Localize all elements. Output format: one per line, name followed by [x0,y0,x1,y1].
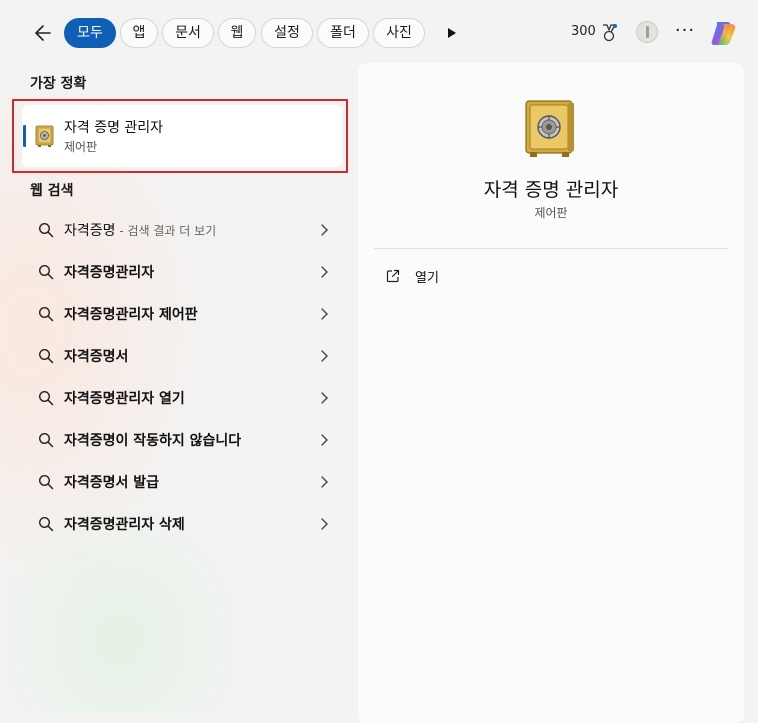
search-top-bar: 모두 앱 문서 웹 설정 폴더 사진 300 ··· [0,0,758,62]
chevron-right-icon [321,350,328,362]
web-search-item[interactable]: 자격증명관리자 열기 [22,377,342,419]
web-search-item-label: 자격증명이 작동하지 않습니다 [64,433,242,449]
tab-settings[interactable]: 설정 [261,18,313,48]
safe-icon [35,125,54,147]
best-match-result[interactable]: 자격 증명 관리자 제어판 [22,105,342,167]
chevron-right-icon [321,434,328,446]
web-search-item[interactable]: 자격증명관리자 제어판 [22,293,342,335]
tab-all[interactable]: 모두 [64,18,116,48]
web-search-heading: 웹 검색 [30,183,74,199]
chevron-right-icon [321,392,328,404]
open-action-label: 열기 [415,271,439,286]
web-search-item-label: 자격증명 - 검색 결과 더 보기 [64,223,217,239]
chevron-right-icon [321,476,328,488]
more-options-icon[interactable]: ··· [672,18,698,46]
chevron-right-icon [321,308,328,320]
tab-folders[interactable]: 폴더 [317,18,369,48]
selection-indicator [23,125,26,147]
web-search-item-label: 자격증명서 발급 [64,475,160,491]
detail-panel: 자격 증명 관리자 제어판 열기 [358,63,744,723]
search-icon [38,516,54,532]
tab-apps[interactable]: 앱 [120,18,158,48]
chevron-right-icon [321,224,328,236]
web-search-item-label: 자격증명관리자 열기 [64,391,185,407]
more-tabs-play-icon[interactable] [440,22,464,44]
copilot-icon[interactable] [708,17,740,49]
tab-web[interactable]: 웹 [218,18,256,48]
rewards-points: 300 [571,24,596,39]
web-search-item-label: 자격증명관리자 제어판 [64,307,198,323]
web-search-item[interactable]: 자격증명이 작동하지 않습니다 [22,419,342,461]
search-icon [38,306,54,322]
web-search-list: 자격증명 - 검색 결과 더 보기 자격증명관리자 자격증명관리자 제어판 자격… [22,209,342,545]
best-match-subtitle: 제어판 [64,140,98,154]
search-icon [38,390,54,406]
search-icon [38,474,54,490]
web-search-item-label: 자격증명관리자 [64,265,155,281]
open-external-icon [386,269,400,283]
best-match-title: 자격 증명 관리자 [64,120,164,136]
back-arrow-icon[interactable] [28,20,58,46]
detail-subtitle: 제어판 [534,206,568,220]
web-search-item[interactable]: 자격증명 - 검색 결과 더 보기 [22,209,342,251]
web-search-item[interactable]: 자격증명서 발급 [22,461,342,503]
safe-icon [525,100,574,157]
rewards-medal-icon[interactable] [598,22,620,44]
search-icon [38,264,54,280]
open-action[interactable]: 열기 [374,259,574,293]
search-icon [38,348,54,364]
best-match-heading: 가장 정확 [30,76,87,92]
web-search-item-label: 자격증명서 [64,349,129,365]
search-icon [38,432,54,448]
chevron-right-icon [321,266,328,278]
detail-title: 자격 증명 관리자 [483,179,619,201]
web-search-item[interactable]: 자격증명관리자 [22,251,342,293]
tab-documents[interactable]: 문서 [162,18,214,48]
chevron-right-icon [321,518,328,530]
web-search-item-label: 자격증명관리자 삭제 [64,517,185,533]
tab-photos[interactable]: 사진 [373,18,425,48]
web-search-item[interactable]: 자격증명서 [22,335,342,377]
divider [374,248,728,249]
user-avatar[interactable] [636,21,658,43]
web-search-item[interactable]: 자격증명관리자 삭제 [22,503,342,545]
search-icon [38,222,54,238]
